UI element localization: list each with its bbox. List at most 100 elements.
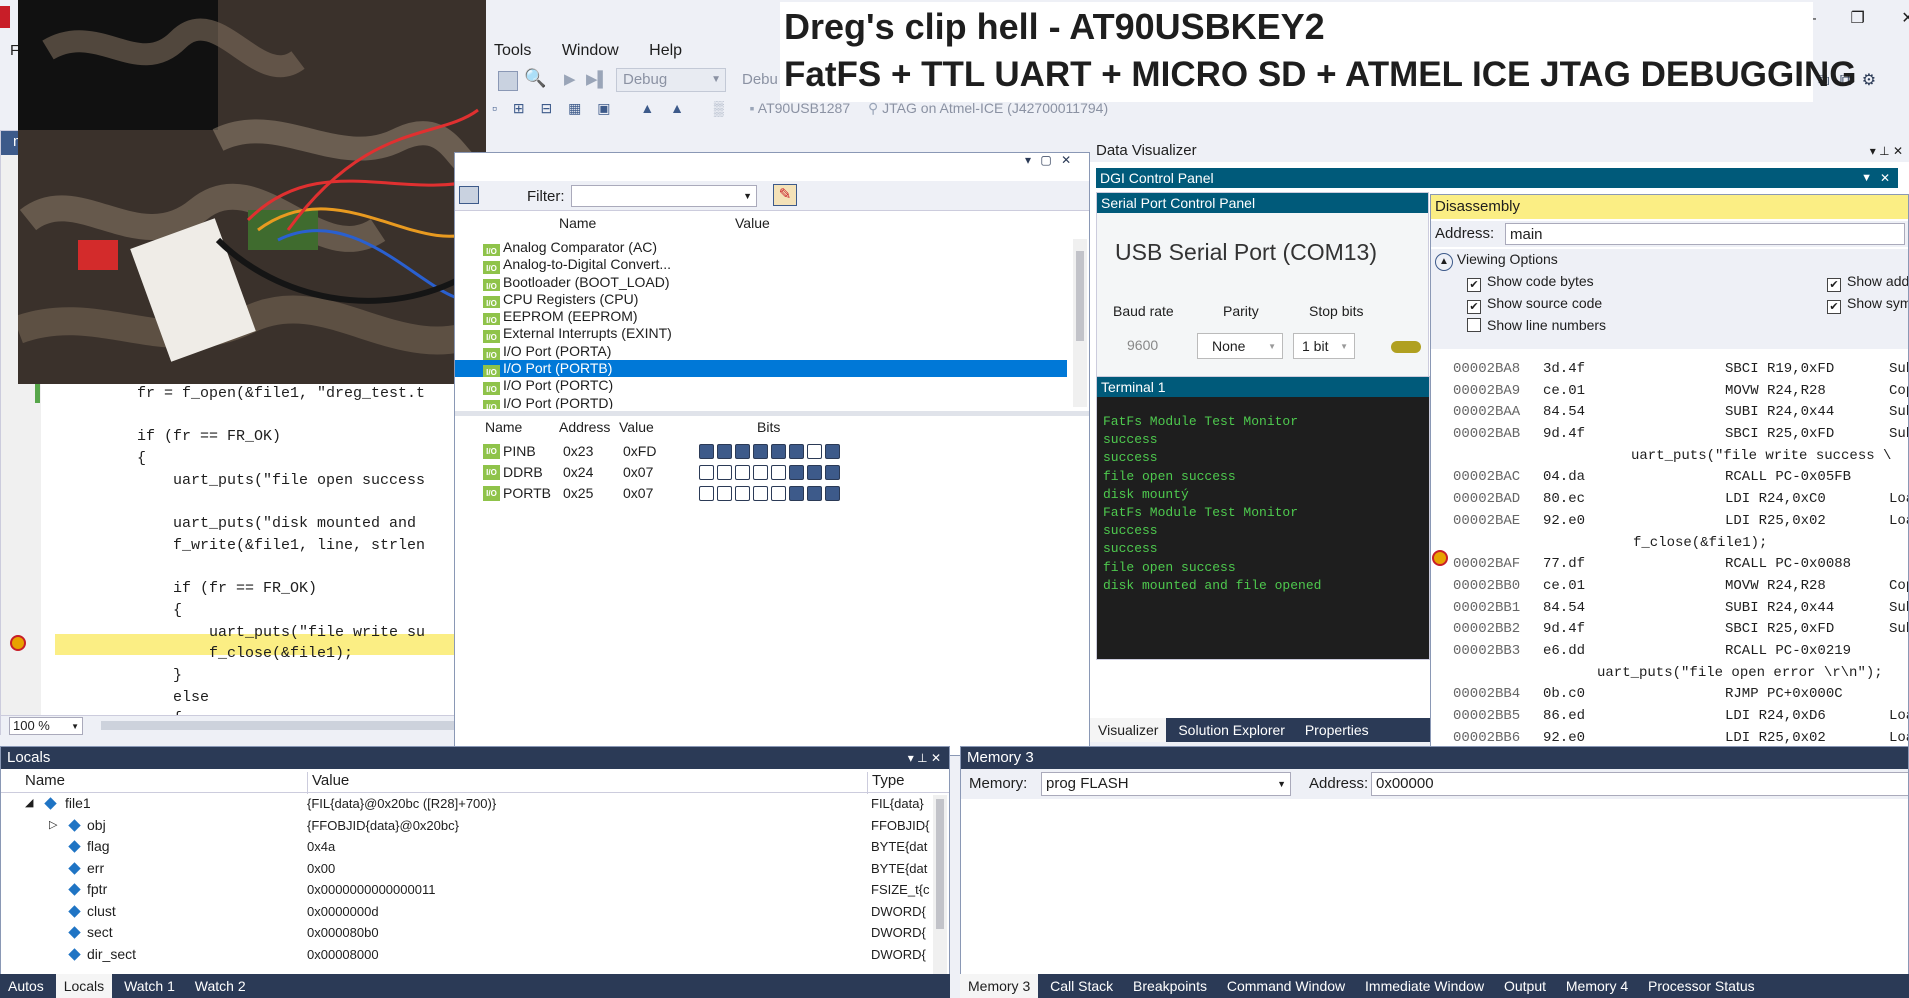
tab-processor-status[interactable]: Processor Status bbox=[1640, 974, 1763, 998]
asm-line[interactable]: 00002BAB 9d.4f SBCI R25,0xFD Sub bbox=[1453, 424, 1908, 446]
code-line[interactable]: } bbox=[57, 665, 471, 687]
filter-input[interactable]: ▼ bbox=[571, 185, 757, 207]
breakpoint-marker[interactable] bbox=[10, 635, 26, 651]
tab-memory-3[interactable]: Memory 3 bbox=[960, 974, 1039, 998]
io-module-item[interactable]: I/O External Interrupts (EXINT) bbox=[455, 325, 1067, 343]
bit-toggle[interactable] bbox=[735, 444, 750, 459]
io-module-item[interactable]: I/O I/O Port (PORTB) bbox=[455, 360, 1067, 378]
toolbar-icon-6[interactable]: ▲ bbox=[640, 100, 654, 116]
bit-toggle[interactable] bbox=[717, 465, 732, 480]
close-icon[interactable]: ✕ bbox=[1061, 153, 1071, 167]
local-value[interactable]: 0x00 bbox=[307, 858, 335, 880]
reg-address-header[interactable]: Address bbox=[559, 419, 610, 435]
io-module-item[interactable]: I/O EEPROM (EEPROM) bbox=[455, 308, 1067, 326]
locals-rows[interactable]: ◢ file1 {FIL{data}@0x20bc ([R28]+700)} FIL{… bbox=[1, 793, 949, 965]
locals-scrollbar[interactable] bbox=[933, 795, 947, 995]
asm-line[interactable]: 00002BB4 0b.c0 RJMP PC+0x000C bbox=[1453, 684, 1908, 706]
asm-line[interactable]: 00002BB1 84.54 SUBI R24,0x44 Sub bbox=[1453, 598, 1908, 620]
asm-line[interactable]: 00002BB0 ce.01 MOVW R24,R28 Cop bbox=[1453, 576, 1908, 598]
tab-immediate-window[interactable]: Immediate Window bbox=[1357, 974, 1492, 998]
bit-toggle[interactable] bbox=[771, 444, 786, 459]
baud-value[interactable]: 9600 bbox=[1127, 337, 1158, 353]
bit-toggle[interactable] bbox=[753, 465, 768, 480]
code-line[interactable]: if (fr == FR_OK) bbox=[57, 426, 471, 448]
bit-toggle[interactable] bbox=[699, 486, 714, 501]
menu-item-tools[interactable]: Tools bbox=[494, 42, 531, 59]
checkbox[interactable]: ✔ bbox=[1827, 278, 1841, 292]
expand-icon[interactable]: ◢ bbox=[25, 793, 33, 815]
close-icon[interactable]: ✕ bbox=[931, 751, 941, 765]
bit-toggle[interactable] bbox=[807, 465, 822, 480]
tab-memory-4[interactable]: Memory 4 bbox=[1558, 974, 1636, 998]
parity-select[interactable]: None ▼ bbox=[1197, 333, 1283, 359]
device-name[interactable]: AT90USB1287 bbox=[758, 100, 850, 116]
bit-toggle[interactable] bbox=[807, 486, 822, 501]
source-line[interactable]: f_close(&file1); bbox=[1453, 533, 1908, 555]
checkbox[interactable] bbox=[1467, 318, 1481, 332]
dis-breakpoint-icon[interactable] bbox=[1432, 550, 1448, 566]
horizontal-scrollbar[interactable] bbox=[101, 721, 461, 730]
bit-toggle[interactable] bbox=[825, 465, 840, 480]
toolbar-icon-4[interactable]: ▦ bbox=[568, 100, 581, 116]
continue-icon[interactable]: ▶ bbox=[564, 70, 576, 88]
viewing-option[interactable]: ✔ Show source code bbox=[1467, 295, 1606, 317]
menu-item-window[interactable]: Window bbox=[562, 42, 619, 59]
locals-row[interactable]: err 0x00 BYTE{dat bbox=[1, 858, 949, 880]
io-module-item[interactable]: I/O CPU Registers (CPU) bbox=[455, 291, 1067, 309]
source-line[interactable]: uart_puts("file write success \ bbox=[1453, 446, 1908, 468]
dropdown-icon[interactable]: ▾ bbox=[1025, 153, 1031, 167]
locals-col-value[interactable]: Value bbox=[307, 772, 349, 794]
toolbar-icon-7[interactable]: ▲ bbox=[670, 100, 684, 116]
asm-line[interactable]: 00002BA8 3d.4f SBCI R19,0xFD Sub bbox=[1453, 359, 1908, 381]
code-line[interactable]: uart_puts("file open success bbox=[57, 470, 471, 492]
toolbar-icon-2[interactable]: ⊞ bbox=[513, 100, 525, 116]
close-icon[interactable]: ✕ bbox=[1880, 168, 1890, 188]
viewing-option[interactable]: ✔ Show sym bbox=[1827, 295, 1908, 317]
memory-icon[interactable] bbox=[498, 71, 518, 91]
tab-output[interactable]: Output bbox=[1496, 974, 1554, 998]
viewing-option[interactable]: ✔ Show addr bbox=[1827, 273, 1908, 295]
asm-line[interactable]: 00002BAA 84.54 SUBI R24,0x44 Sub bbox=[1453, 402, 1908, 424]
bit-toggle[interactable] bbox=[789, 444, 804, 459]
bit-toggle[interactable] bbox=[717, 486, 732, 501]
close-icon[interactable]: ✕ bbox=[1901, 10, 1909, 27]
code-line[interactable]: f_write(&file1, line, strlen bbox=[57, 535, 471, 557]
register-value[interactable]: 0x07 bbox=[623, 483, 653, 504]
bit-toggle[interactable] bbox=[771, 465, 786, 480]
local-value[interactable]: {FFOBJID{data}@0x20bc} bbox=[307, 815, 459, 837]
asm-line[interactable]: 00002BAE 92.e0 LDI R25,0x02 Loa bbox=[1453, 511, 1908, 533]
bit-toggle[interactable] bbox=[735, 486, 750, 501]
local-value[interactable]: 0x0000000d bbox=[307, 901, 379, 923]
tab-watch-1[interactable]: Watch 1 bbox=[116, 974, 183, 998]
code-line[interactable] bbox=[57, 491, 471, 513]
local-value[interactable]: 0x4a bbox=[307, 836, 335, 858]
io-module-item[interactable]: I/O I/O Port (PORTD) bbox=[455, 395, 1067, 409]
local-value[interactable]: 0x000080b0 bbox=[307, 922, 379, 944]
viewing-option[interactable]: ✔ Show code bytes bbox=[1467, 273, 1606, 295]
tab-visualizer[interactable]: Visualizer bbox=[1090, 718, 1167, 742]
bit-toggle[interactable] bbox=[753, 486, 768, 501]
address-input[interactable]: main bbox=[1505, 223, 1905, 245]
tab-call-stack[interactable]: Call Stack bbox=[1042, 974, 1121, 998]
toolbar-icon-5[interactable]: ▣ bbox=[597, 100, 610, 116]
tab-solution-explorer[interactable]: Solution Explorer bbox=[1170, 718, 1293, 742]
io-module-item[interactable]: I/O I/O Port (PORTC) bbox=[455, 377, 1067, 395]
code-line[interactable]: { bbox=[57, 448, 471, 470]
bit-toggle[interactable] bbox=[825, 444, 840, 459]
toolbar-icon-8[interactable]: ▒ bbox=[714, 100, 724, 116]
register-row[interactable]: I/O PORTB 0x25 0x07 bbox=[455, 483, 1067, 504]
tab-autos[interactable]: Autos bbox=[0, 974, 52, 998]
asm-line[interactable]: 00002BA9 ce.01 MOVW R24,R28 Cop bbox=[1453, 381, 1908, 403]
config-select[interactable]: Debug ▼ bbox=[616, 68, 726, 92]
asm-line[interactable]: 00002BAF 77.df RCALL PC-0x0088 bbox=[1453, 554, 1908, 576]
io-module-item[interactable]: I/O Analog Comparator (AC) bbox=[455, 239, 1067, 257]
asm-line[interactable]: 00002BAC 04.da RCALL PC-0x05FB bbox=[1453, 467, 1908, 489]
bit-toggle[interactable] bbox=[735, 465, 750, 480]
connect-plug-icon[interactable] bbox=[1391, 341, 1421, 353]
io-module-item[interactable]: I/O I/O Port (PORTA) bbox=[455, 343, 1067, 361]
pin-icon[interactable]: ⊥ bbox=[1879, 144, 1889, 158]
asm-line[interactable]: 00002BB5 86.ed LDI R24,0xD6 Loa bbox=[1453, 706, 1908, 728]
code-line[interactable]: uart_puts("file write su bbox=[57, 622, 471, 644]
tool-name[interactable]: JTAG on Atmel-ICE (J42700011794) bbox=[882, 100, 1108, 116]
toolbar-icon-1[interactable]: ▫ bbox=[492, 100, 497, 116]
